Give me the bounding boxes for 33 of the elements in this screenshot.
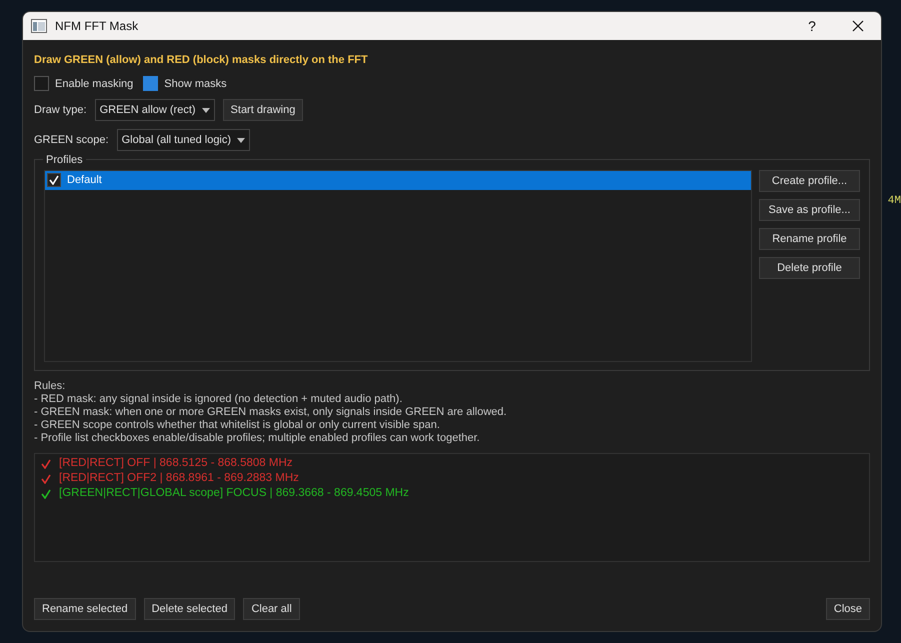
dropdown[interactable]: GREEN allow (rect) bbox=[94, 99, 215, 121]
profile-button[interactable]: Rename profile bbox=[759, 228, 860, 250]
checkbox[interactable] bbox=[34, 76, 49, 92]
footer-button[interactable]: Delete selected bbox=[144, 598, 236, 620]
rules-text: - GREEN scope controls whether that whitelist is global or only current visible span. bbox=[34, 419, 441, 432]
close-icon bbox=[852, 20, 864, 32]
rules-text: - GREEN mask: when one or more GREEN masks exist, only signals inside GREEN are allowed. bbox=[34, 406, 508, 419]
rules-text: Rules: bbox=[34, 380, 66, 393]
checkbox[interactable] bbox=[47, 173, 61, 188]
app-icon bbox=[31, 19, 47, 33]
field-label: GREEN scope: bbox=[34, 132, 109, 148]
footer-button[interactable]: Rename selected bbox=[34, 598, 136, 620]
field-label: Draw type: bbox=[34, 102, 87, 118]
dropdown[interactable]: Global (all tuned logic) bbox=[116, 129, 250, 151]
mask-item[interactable]: [RED|RECT] OFF2 | 868.8961 - 869.2883 MHz bbox=[41, 471, 863, 486]
checkbox-label: Enable masking bbox=[55, 76, 134, 92]
checkbox-label: Show masks bbox=[164, 76, 227, 92]
axis-label: 4M bbox=[888, 194, 901, 209]
help-button[interactable]: ? bbox=[789, 12, 835, 40]
mask-item[interactable]: [GREEN|RECT|GLOBAL scope] FOCUS | 869.3668 - 869.4505 MHz bbox=[41, 486, 863, 501]
close-button[interactable]: Close bbox=[826, 598, 870, 620]
footer-button[interactable]: Clear all bbox=[243, 598, 300, 620]
rules-text: - RED mask: any signal inside is ignored (no detection + muted audio path). bbox=[34, 393, 404, 406]
profile-button[interactable]: Delete profile bbox=[759, 257, 860, 279]
profile-button[interactable]: Create profile... bbox=[759, 170, 860, 192]
rules-text: - Profile list checkboxes enable/disable profiles; multiple enabled profiles can work together. bbox=[34, 432, 481, 445]
profile-button[interactable]: Save as profile... bbox=[759, 199, 860, 221]
start-drawing-button[interactable]: Start drawing bbox=[222, 99, 304, 121]
window-title: NFM FFT Mask bbox=[55, 18, 140, 35]
checkbox[interactable] bbox=[143, 76, 158, 92]
profile-item[interactable]: Default bbox=[45, 171, 751, 190]
heading-text: Draw GREEN (allow) and RED (block) masks directly on the FFT bbox=[34, 53, 369, 68]
mask-item[interactable]: [RED|RECT] OFF | 868.5125 - 868.5808 MHz bbox=[41, 456, 863, 471]
